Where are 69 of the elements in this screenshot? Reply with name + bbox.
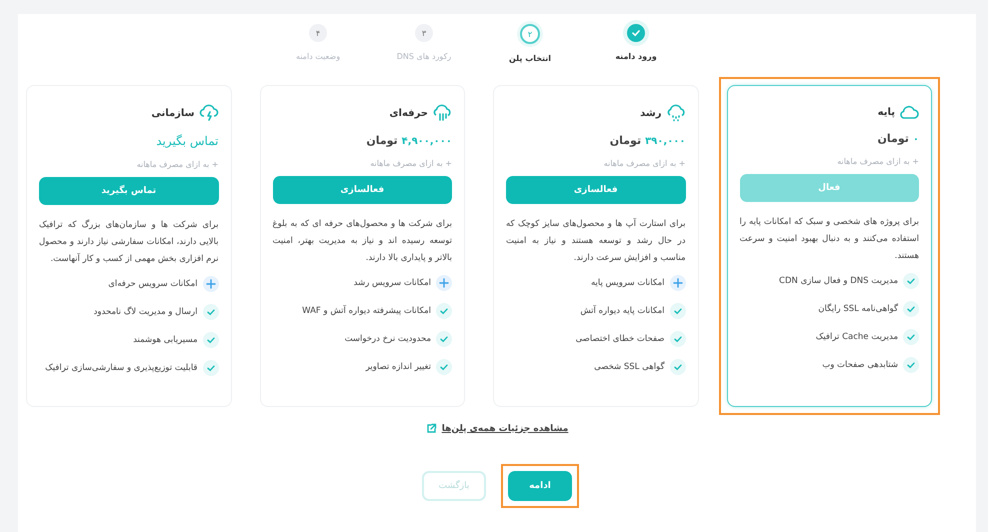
step-number: ۲ xyxy=(520,24,540,44)
step-number: ۴ xyxy=(309,24,327,42)
feature-text: گواهی‌نامه SSL رایگان xyxy=(818,304,898,314)
usage-note: + به ازای مصرف ماهانه xyxy=(136,160,218,169)
action-button[interactable]: بازگشت xyxy=(422,471,486,501)
feature-text: قابلیت توزیع‌پذیری و سفارشی‌سازی ترافیک xyxy=(45,363,198,373)
feature-text: امکانات سرویس پایه xyxy=(590,278,664,288)
plans-details-link[interactable]: مشاهده جزئیات همه‌ی پلن‌ها xyxy=(442,424,568,434)
feature-text: محدودیت نرخ درخواست xyxy=(344,334,431,344)
plan-description: برای استارت آپ ها و محصول‌های سایز کوچک که در حال رشد و توسعه هستند و نیاز به امنیت مناسب و افزایش سرعت دارند. xyxy=(506,217,686,265)
check-icon xyxy=(202,360,218,376)
feature-text: امکانات سرویس حرفه‌ای xyxy=(108,279,198,289)
usage-note: + به ازای مصرف ماهانه xyxy=(369,159,452,168)
feature-text: امکانات پایه دیواره آتش xyxy=(580,306,664,316)
plan-button[interactable]: فعالسازی xyxy=(506,176,686,204)
price-unit: تومان xyxy=(878,132,909,145)
plan-description: برای شرکت ها و سازمان‌های بزرگ که ترافیک بالایی دارند، امکانات سفارشی نیاز دارند و محصول نرم افزاری بخش مهمی از کسب و کار آنهاست. xyxy=(39,218,218,266)
check-icon xyxy=(202,332,218,348)
action-button[interactable]: ادامه xyxy=(508,471,572,501)
plan-name: پایه xyxy=(878,106,895,118)
plan-name: رشد xyxy=(640,108,662,118)
plus-icon xyxy=(436,275,452,291)
feature-text: مدیریت Cache ترافیک xyxy=(816,332,898,342)
usage-note: + به ازای مصرف ماهانه xyxy=(836,157,919,166)
price-amount: تماس بگیرید xyxy=(156,134,218,148)
feature-text: مسیریابی هوشمند xyxy=(133,335,198,345)
cloud-drizzle-icon xyxy=(666,104,686,122)
cloud-lightning-icon xyxy=(198,104,218,122)
price-amount: ۰ xyxy=(912,134,919,145)
check-icon xyxy=(670,359,686,375)
step-number: ۳ xyxy=(415,24,433,42)
plan-description: برای شرکت ها و محصول‌های حرفه ای که به بلوغ توسعه رسیده اند و نیاز به مدیریت بهتر، امنیت بالاتر و پایداری بالا دارند. xyxy=(272,218,452,265)
price-unit: تومان xyxy=(610,134,642,147)
feature-text: امکانات سرویس رشد xyxy=(354,278,431,288)
plus-icon xyxy=(670,275,686,291)
external-link-icon xyxy=(426,423,437,434)
step-label: وضعیت دامنه xyxy=(296,52,340,61)
step-label: انتخاب پلن xyxy=(508,54,552,63)
check-icon xyxy=(436,303,452,319)
usage-note: + به ازای مصرف ماهانه xyxy=(602,159,686,168)
plan-name: حرفه‌ای xyxy=(389,108,428,118)
step-label: رکورد های DNS xyxy=(396,52,452,61)
plan-button[interactable]: تماس بگیرید xyxy=(39,177,218,205)
feature-text: ارسال و مدیریت لاگ نامحدود xyxy=(94,307,198,317)
plan-description: برای پروژه های شخصی و سبک که امکانات پایه را استفاده می‌کنند و به دنبال بهبود امنیت و سرعت هستند. xyxy=(740,216,919,263)
check-icon xyxy=(903,357,919,373)
price-amount: ۳۹۰,۰۰۰ xyxy=(645,136,686,147)
feature-text: امکانات پیشرفته دیواره آتش و WAF xyxy=(302,306,431,316)
feature-text: گواهی SSL شخصی xyxy=(594,362,664,372)
check-icon xyxy=(670,331,686,347)
step-label: ورود دامنه xyxy=(615,52,657,61)
check-icon xyxy=(436,359,452,375)
cloud-rain-icon xyxy=(432,104,452,122)
feature-text: شتابدهی صفحات وب xyxy=(822,360,898,370)
plan-name: سازمانی xyxy=(151,108,194,118)
check-icon xyxy=(903,329,919,345)
plan-button[interactable]: فعالسازی xyxy=(272,176,452,204)
feature-text: تغییر اندازه تصاویر xyxy=(366,362,431,372)
price-unit: تومان xyxy=(366,134,398,147)
feature-text: صفحات خطای اختصاصی xyxy=(576,334,664,344)
price-amount: ۴,۹۰۰,۰۰۰ xyxy=(402,136,452,147)
plus-icon xyxy=(202,276,218,292)
check-icon xyxy=(436,331,452,347)
cloud-icon xyxy=(899,104,919,120)
feature-text: مدیریت DNS و فعال سازی CDN xyxy=(779,276,898,286)
check-icon xyxy=(903,273,919,289)
check-icon xyxy=(903,301,919,317)
check-icon xyxy=(202,304,218,320)
check-icon xyxy=(670,303,686,319)
